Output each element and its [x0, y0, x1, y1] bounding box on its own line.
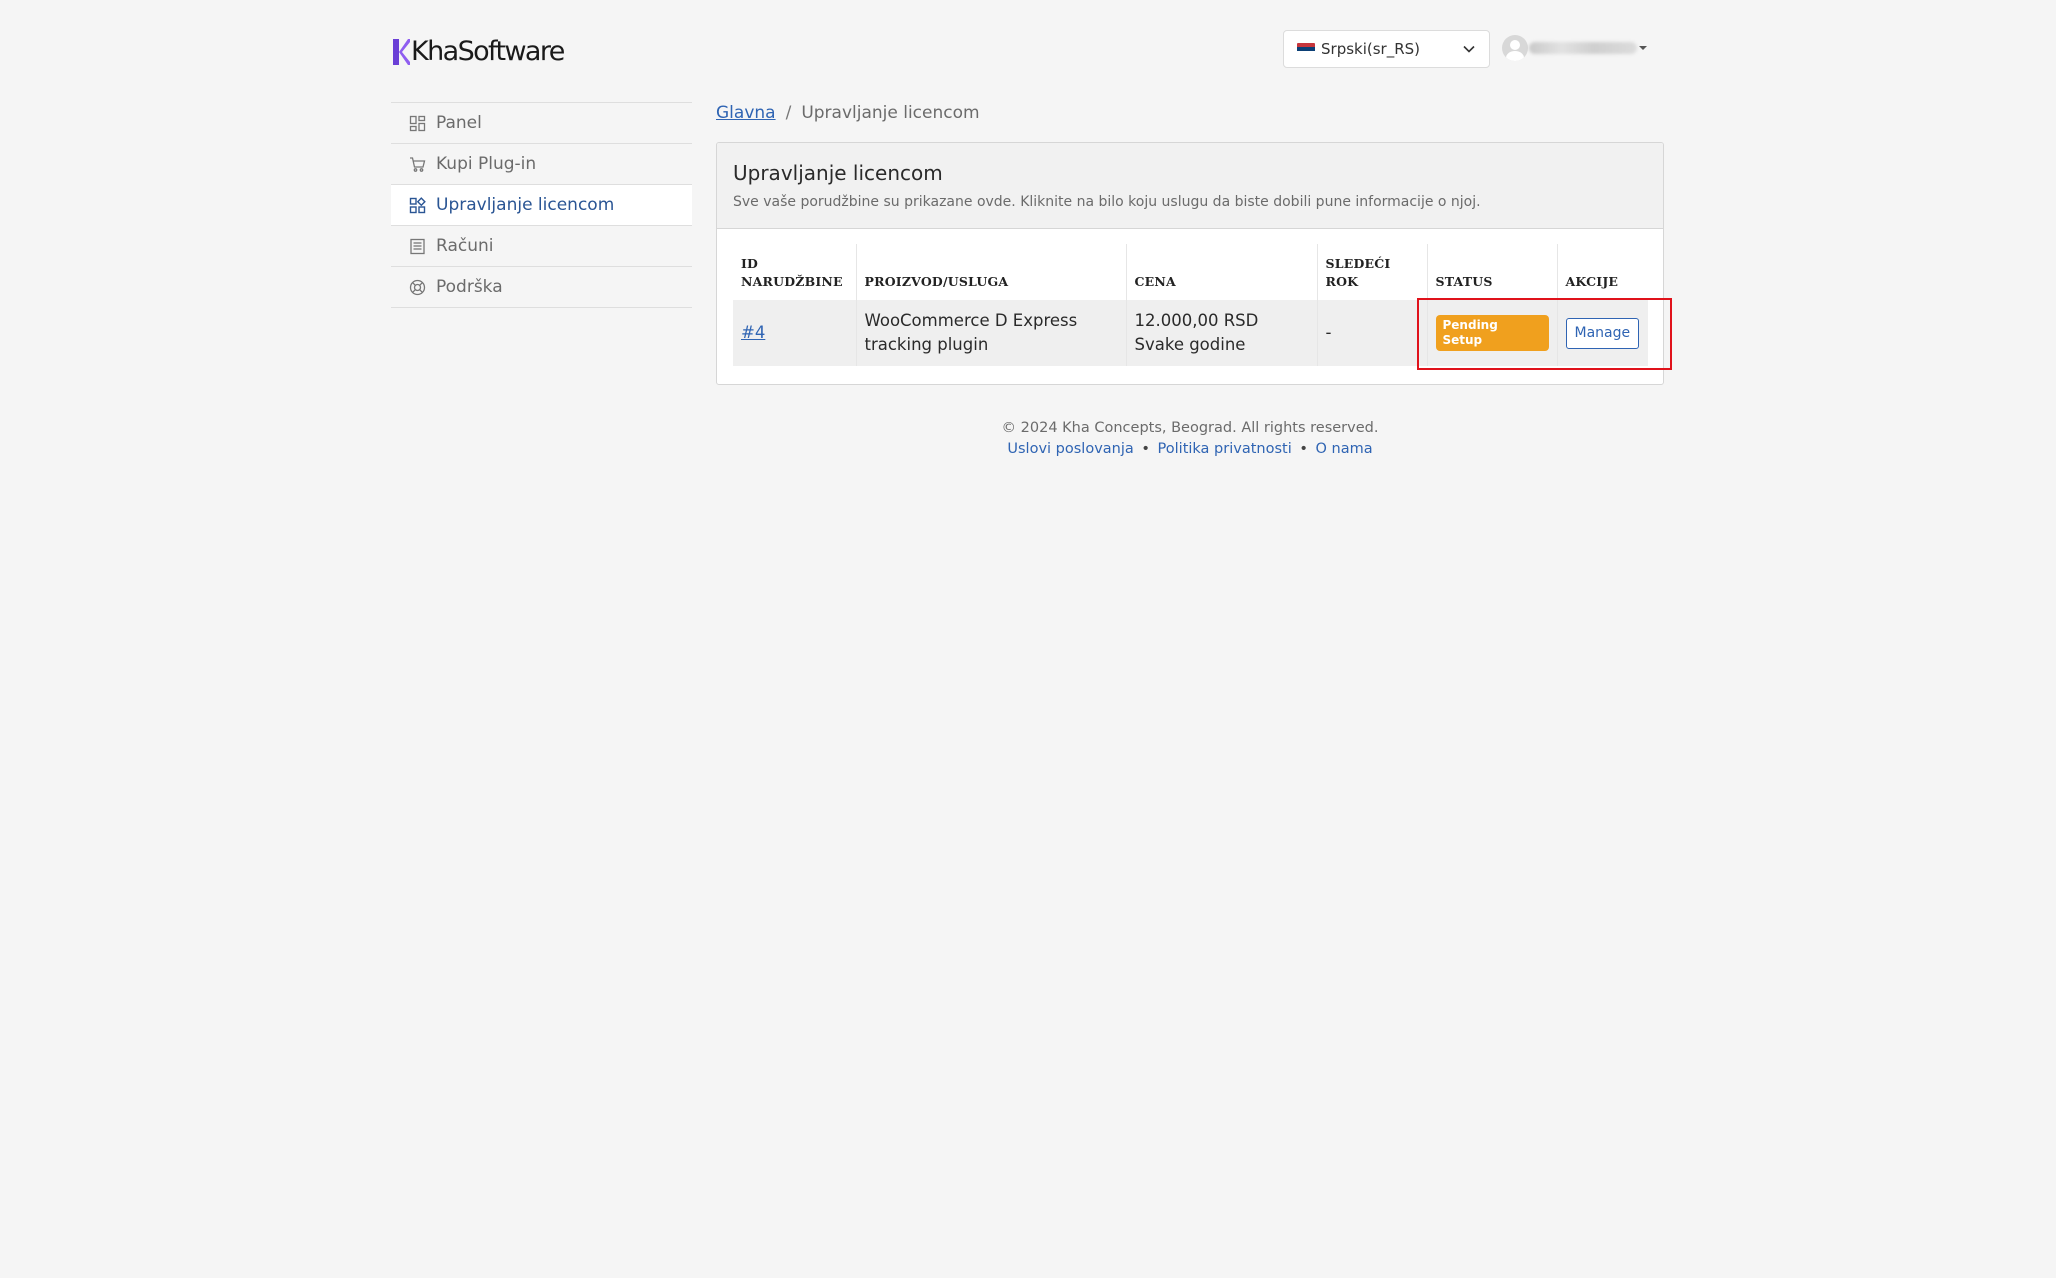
- footer-link-about[interactable]: O nama: [1316, 441, 1373, 457]
- sidebar-item-label: Upravljanje licencom: [436, 195, 615, 215]
- orders-table: ID NARUDŽBINE PROIZVOD/USLUGA CENA SLEDE…: [733, 244, 1648, 366]
- order-id-link[interactable]: #4: [741, 323, 765, 342]
- sidebar-item-label: Računi: [436, 236, 494, 256]
- invoice-icon: [409, 238, 426, 255]
- billing-cycle: Svake godine: [1134, 335, 1246, 354]
- footer: © 2024 Kha Concepts, Beograd. All rights…: [716, 418, 1664, 460]
- apps-icon: [409, 196, 426, 214]
- logo[interactable]: KhaSoftware: [393, 36, 565, 68]
- card-title: Upravljanje licencom: [733, 161, 943, 185]
- card-header: Upravljanje licencom Sve vaše porudžbine…: [717, 143, 1663, 229]
- cell-status: Pending Setup: [1427, 300, 1558, 366]
- cell-order-id: #4: [733, 300, 857, 366]
- username-redacted: [1529, 42, 1637, 54]
- table-header-row: ID NARUDŽBINE PROIZVOD/USLUGA CENA SLEDE…: [733, 244, 1648, 300]
- column-header-actions: AKCIJE: [1565, 274, 1619, 289]
- sidebar-item-label: Kupi Plug-in: [436, 154, 537, 174]
- manage-button[interactable]: Manage: [1565, 317, 1640, 349]
- column-header-next-due[interactable]: SLEDEĆI ROK: [1317, 244, 1428, 300]
- column-header-product[interactable]: PROIZVOD/USLUGA: [856, 244, 1127, 300]
- sidebar-item-panel[interactable]: Panel: [391, 103, 692, 144]
- logo-text: KhaSoftware: [411, 36, 565, 67]
- serbia-flag-icon: [1297, 43, 1315, 55]
- card-subtitle: Sve vaše porudžbine su prikazane ovde. K…: [733, 194, 1481, 210]
- sidebar: Panel Kupi Plug-in Upravljanje licencom: [391, 102, 692, 308]
- cell-price: 12.000,00 RSD Svake godine: [1126, 300, 1318, 366]
- column-header-order-id[interactable]: ID NARUDŽBINE: [733, 244, 857, 300]
- sidebar-item-label: Panel: [436, 113, 482, 133]
- product-name-line1: WooCommerce D Express: [864, 311, 1078, 330]
- breadcrumb: Glavna / Upravljanje licencom: [716, 103, 980, 123]
- support-icon: [409, 279, 426, 296]
- product-name-line2: tracking plugin: [864, 335, 989, 354]
- logo-mark-icon: [393, 39, 410, 65]
- footer-separator: •: [1141, 441, 1150, 457]
- sidebar-item-buy-plugin[interactable]: Kupi Plug-in: [391, 144, 692, 185]
- language-label: Srpski(sr_RS): [1321, 40, 1421, 58]
- header: KhaSoftware Srpski(sr_RS): [391, 30, 1666, 76]
- breadcrumb-separator: /: [785, 103, 792, 123]
- column-header-price[interactable]: CENA: [1126, 244, 1318, 300]
- footer-separator: •: [1299, 441, 1308, 457]
- sidebar-item-license-management[interactable]: Upravljanje licencom: [391, 185, 692, 226]
- cell-next-due: -: [1317, 300, 1428, 366]
- price-amount: 12.000,00 RSD: [1134, 311, 1259, 330]
- sidebar-item-label: Podrška: [436, 277, 503, 297]
- column-header-order-id-line2: NARUDŽBINE: [741, 274, 843, 289]
- dashboard-icon: [409, 115, 426, 132]
- column-header-order-id-line1: ID: [741, 256, 759, 271]
- cart-icon: [409, 156, 426, 173]
- cell-product: WooCommerce D Express tracking plugin: [856, 300, 1127, 366]
- caret-down-icon: [1639, 46, 1647, 50]
- chevron-down-icon: [1463, 45, 1475, 53]
- status-badge: Pending Setup: [1435, 315, 1549, 351]
- footer-link-privacy[interactable]: Politika privatnosti: [1158, 441, 1292, 457]
- footer-link-terms[interactable]: Uslovi poslovanja: [1007, 441, 1133, 457]
- column-header-status[interactable]: STATUS: [1427, 244, 1558, 300]
- breadcrumb-current: Upravljanje licencom: [801, 103, 980, 123]
- user-avatar-icon: [1502, 35, 1528, 61]
- sidebar-item-support[interactable]: Podrška: [391, 267, 692, 308]
- sidebar-item-invoices[interactable]: Računi: [391, 226, 692, 267]
- language-select[interactable]: Srpski(sr_RS): [1283, 30, 1490, 68]
- table-row[interactable]: #4 WooCommerce D Express tracking plugin…: [733, 300, 1648, 366]
- user-menu[interactable]: [1502, 32, 1647, 64]
- breadcrumb-home-link[interactable]: Glavna: [716, 103, 776, 123]
- footer-links: Uslovi poslovanja • Politika privatnosti…: [716, 439, 1664, 460]
- cell-actions: Manage: [1557, 300, 1648, 366]
- footer-copyright: © 2024 Kha Concepts, Beograd. All rights…: [1001, 420, 1379, 436]
- license-card: Upravljanje licencom Sve vaše porudžbine…: [716, 142, 1664, 385]
